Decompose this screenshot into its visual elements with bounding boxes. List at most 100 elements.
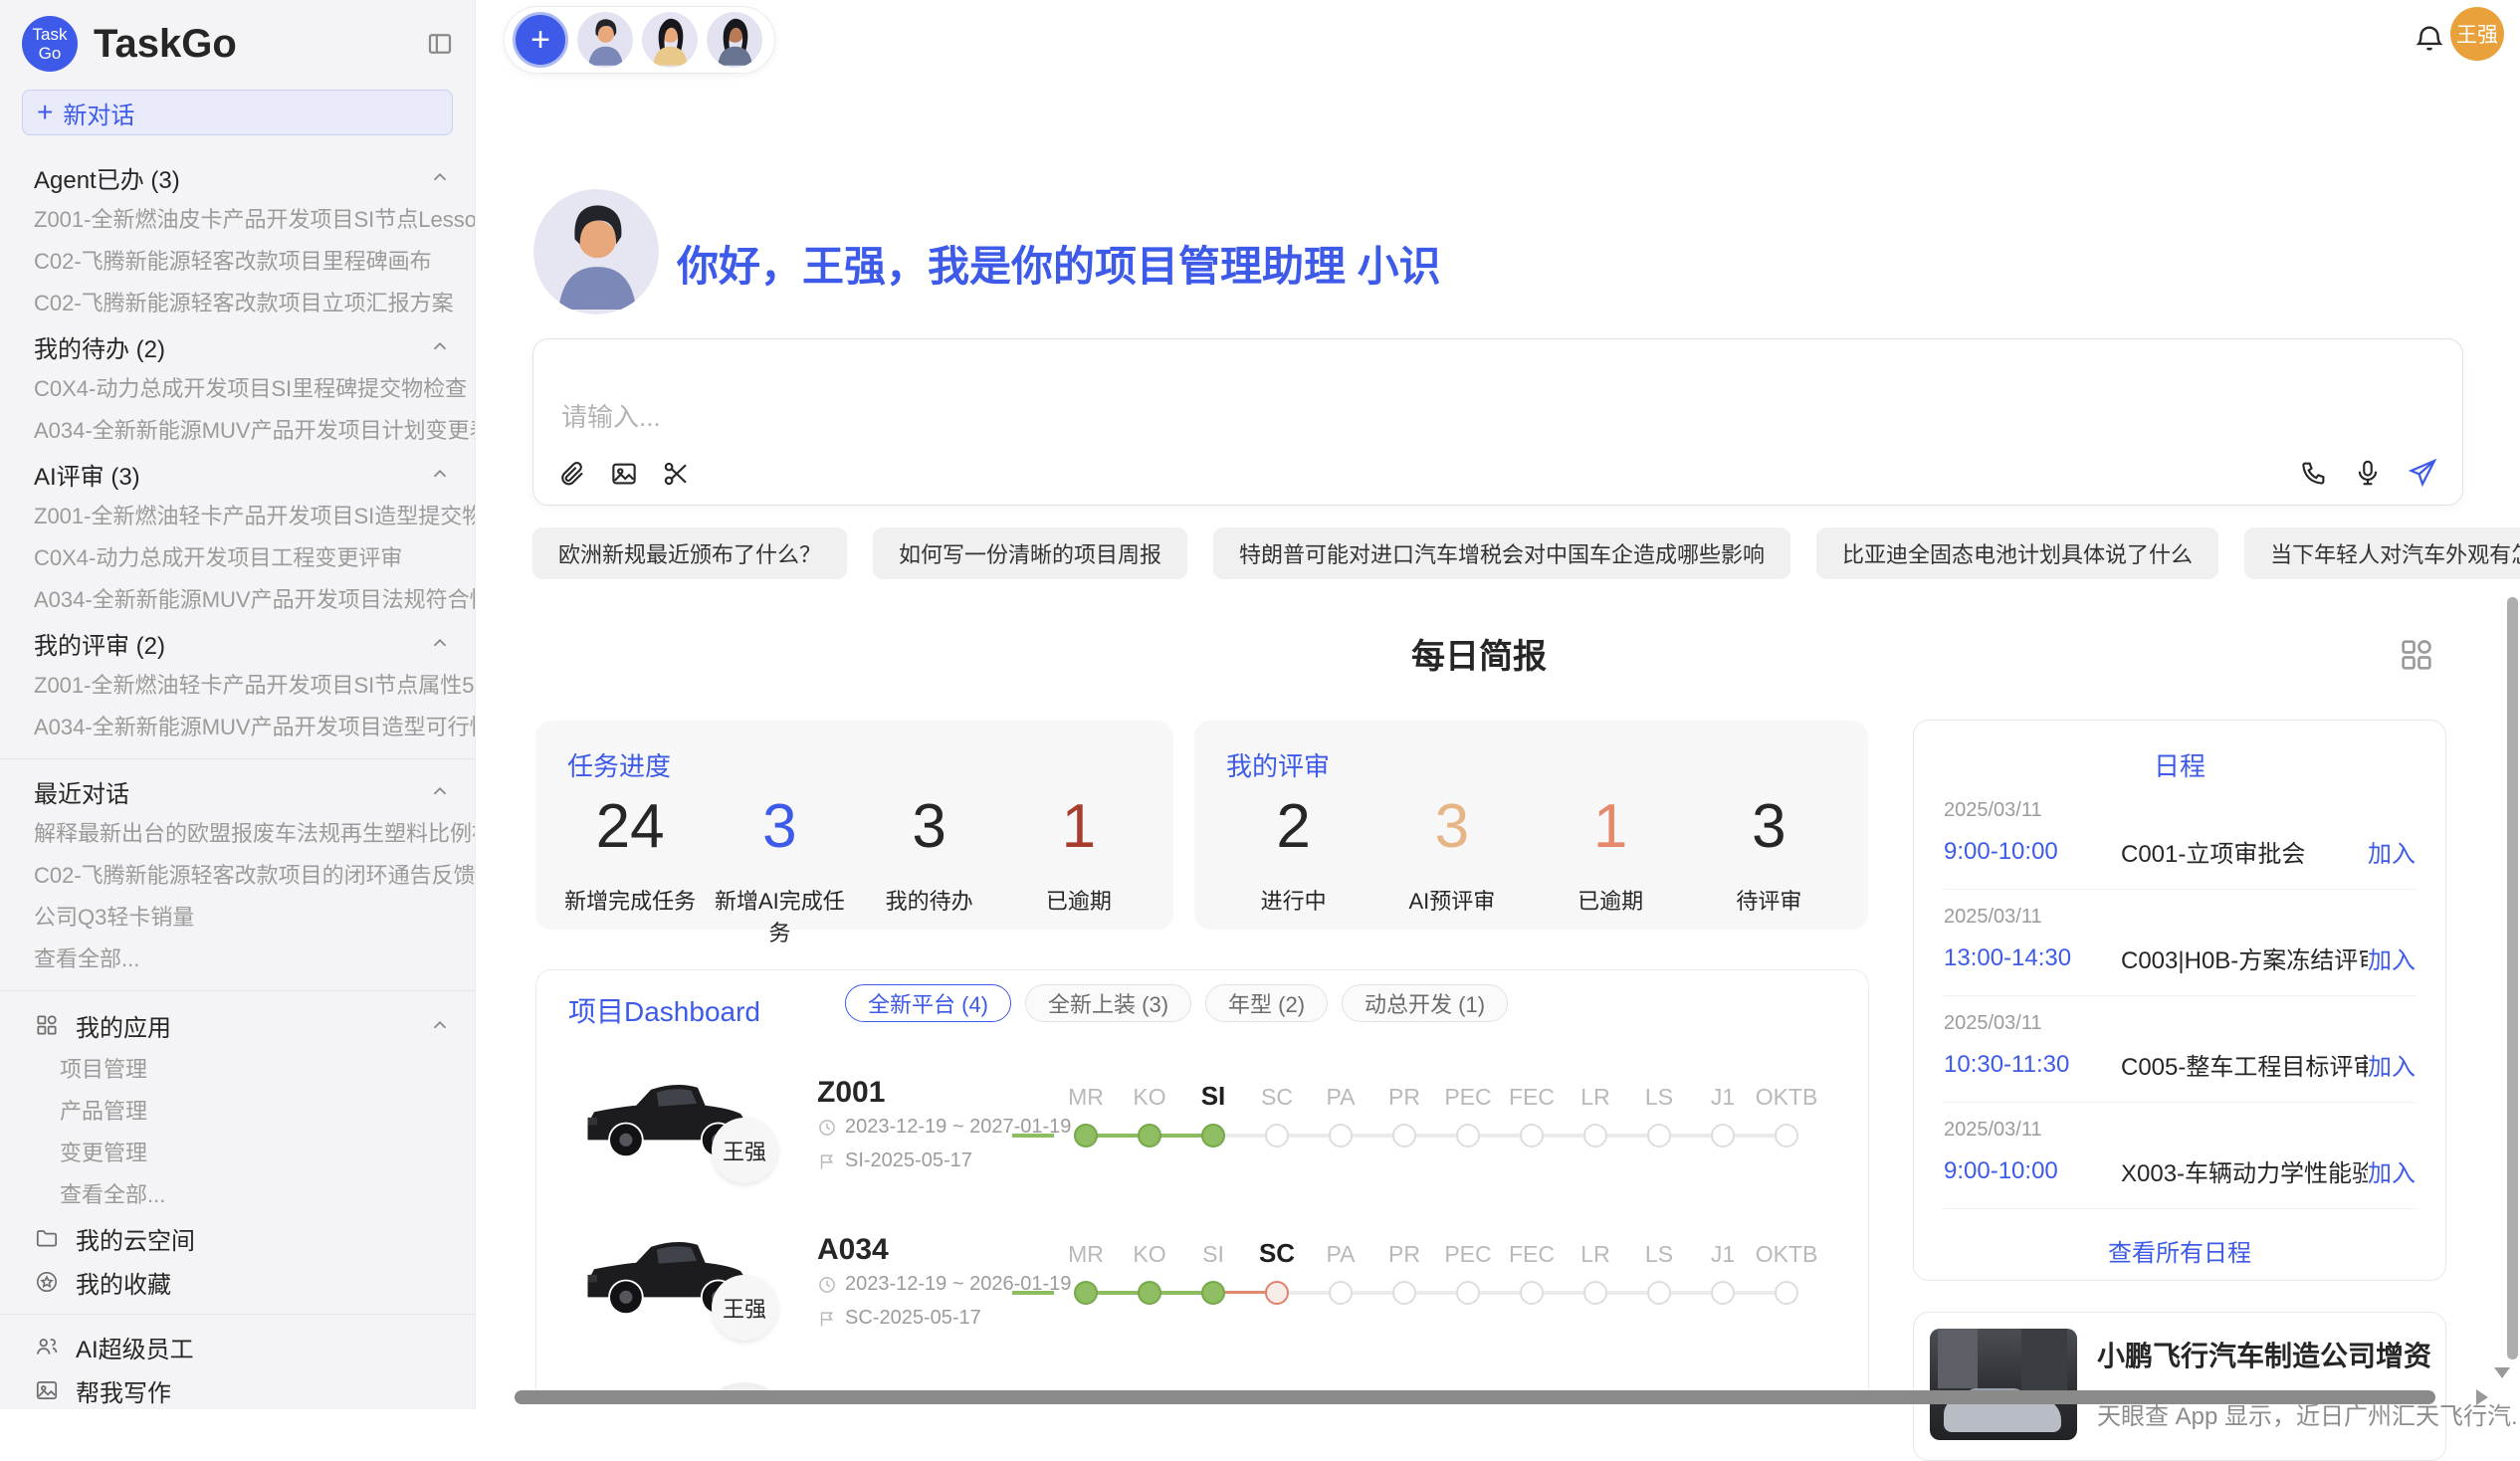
sidebar-link[interactable]: 我的收藏 [0, 1260, 475, 1304]
app-item[interactable]: 变更管理 [0, 1133, 475, 1174]
task-item[interactable]: A034-全新新能源MUV产品开发项目法规符合性评审 [0, 579, 475, 621]
suggestion-chips: 欧洲新规最近颁布了什么？ 如何写一份清晰的项目周报特朗普可能对进口汽车增税会对中国… [532, 527, 2463, 579]
join-link[interactable]: 加入 [2368, 1047, 2415, 1082]
project-row[interactable]: 王强Z0012023-12-19 ~ 2027-01-19SI-2025-05-… [536, 1062, 1868, 1221]
agent-avatar-3[interactable] [707, 12, 762, 68]
schedule-time: 9:00-10:00 [1944, 1157, 2121, 1185]
my-apps-header[interactable]: 我的应用 [0, 1001, 475, 1049]
stat: 3待评审 [1690, 792, 1848, 916]
view-all-link[interactable]: 查看全部... [0, 939, 475, 980]
attachment-icon[interactable] [557, 459, 587, 489]
conversation-item[interactable]: 公司Q3轻卡销量 [0, 897, 475, 939]
dashboard-tab[interactable]: 动总开发 (1) [1342, 984, 1508, 1022]
task-item[interactable]: Z001-全新燃油轻卡产品开发项目SI节点属性5D文件评审 [0, 665, 475, 707]
agent-avatar-1[interactable] [577, 12, 633, 68]
join-link[interactable]: 加入 [2368, 1153, 2415, 1188]
milestone-label: J1 [1691, 1241, 1755, 1268]
section-title: 我的应用 [76, 1008, 429, 1043]
suggestion-chip[interactable]: 欧洲新规最近颁布了什么？ [532, 527, 847, 579]
sidebar-link[interactable]: 我的云空间 [0, 1216, 475, 1260]
sidebar-tool[interactable]: AI超级员工 [0, 1325, 475, 1368]
scissors-icon[interactable] [661, 459, 691, 489]
dashboard-title: 项目Dashboard [568, 990, 760, 1030]
layout-grid-icon[interactable] [2397, 635, 2436, 675]
notification-bell-icon[interactable] [2413, 22, 2446, 56]
project-row[interactable]: 王强A0342023-12-19 ~ 2026-01-19SC-2025-05-… [536, 1219, 1868, 1378]
milestone-OKTB: OKTB [1755, 1219, 1818, 1339]
milestone-chain: MRKOSISCPAPRPECFECLRLSJ1OKTB [1054, 1062, 1818, 1181]
stat-value: 1 [1004, 792, 1154, 862]
agent-avatar-2[interactable] [642, 12, 698, 68]
join-link[interactable]: 加入 [2368, 834, 2415, 869]
sidebar-tools: AI超级员工帮我写作创意制图 [0, 1325, 475, 1409]
voice-call-icon[interactable] [2299, 458, 2329, 488]
task-item[interactable]: Z001-全新燃油轻卡产品开发项目SI造型提交物评审 [0, 496, 475, 537]
milestone-J1: J1 [1691, 1062, 1755, 1181]
conversation-item[interactable]: 解释最新出台的欧盟报废车法规再生塑料比例被调至15%... [0, 813, 475, 855]
conversation-item[interactable]: C02-飞腾新能源轻客改款项目的闭环通告反馈情况 [0, 855, 475, 897]
app-item[interactable]: 产品管理 [0, 1091, 475, 1133]
milestone-node [1392, 1124, 1416, 1148]
task-item[interactable]: Z001-全新燃油皮卡产品开发项目SI节点Lesson Learn报告 [0, 199, 475, 241]
section-header[interactable]: 我的待办 (2) [0, 324, 475, 368]
dashboard-tab[interactable]: 全新上装 (3) [1025, 984, 1191, 1022]
suggestion-chip[interactable]: 如何写一份清晰的项目周报 [873, 527, 1187, 579]
join-link[interactable]: 加入 [2368, 940, 2415, 975]
dashboard-tab[interactable]: 年型 (2) [1205, 984, 1328, 1022]
section-header[interactable]: 我的评审 (2) [0, 621, 475, 665]
suggestion-chip[interactable]: 特朗普可能对进口汽车增税会对中国车企造成哪些影响 [1213, 527, 1790, 579]
folder-icon [34, 1225, 60, 1251]
card-title: 我的评审 [1226, 746, 1330, 783]
schedule-title: 日程 [1944, 746, 2415, 783]
scroll-right-arrow[interactable] [2476, 1389, 2488, 1405]
stat: 3新增AI完成任务 [705, 792, 854, 947]
milestone-label: MR [1054, 1241, 1118, 1268]
schedule-name: X003-车辆动力学性能验... [2121, 1153, 2368, 1188]
vertical-scrollbar[interactable] [2507, 597, 2518, 1359]
send-icon[interactable] [2407, 457, 2438, 489]
view-all-link[interactable]: 查看全部... [0, 1174, 475, 1216]
milestone-PR: PR [1372, 1219, 1436, 1339]
app-item[interactable]: 项目管理 [0, 1049, 475, 1091]
chat-input[interactable]: 请输入... [532, 338, 2463, 506]
milestone-chain: MRKOSISCPAPRPECFECLRLSJ1OKTB [1054, 1219, 1818, 1339]
microphone-icon[interactable] [2353, 458, 2383, 488]
plus-icon: + [37, 97, 53, 128]
task-item[interactable]: C02-飞腾新能源轻客改款项目立项汇报方案 [0, 283, 475, 324]
new-chat-button[interactable]: + 新对话 [22, 90, 453, 135]
horizontal-scrollbar[interactable] [515, 1390, 2435, 1404]
task-item[interactable]: C0X4-动力总成开发项目SI里程碑提交物检查 [0, 368, 475, 410]
task-item[interactable]: A034-全新新能源MUV产品开发项目计划变更表编写 [0, 410, 475, 452]
sidebar-tool[interactable]: 帮我写作 [0, 1368, 475, 1409]
project-flag: SC-2025-05-17 [817, 1307, 981, 1330]
scroll-down-arrow[interactable] [2494, 1367, 2510, 1378]
view-all-schedule-link[interactable]: 查看所有日程 [1944, 1233, 2415, 1268]
schedule-name: C005-整车工程目标评审 [2121, 1047, 2368, 1082]
milestone-label: FEC [1500, 1084, 1564, 1111]
milestone-node [1392, 1281, 1416, 1305]
milestone-LS: LS [1627, 1219, 1691, 1339]
stat-value: 2 [1214, 792, 1372, 862]
suggestion-chip[interactable]: 比亚迪全固态电池计划具体说了什么 [1816, 527, 2218, 579]
user-avatar[interactable]: 王强 [2450, 7, 2504, 61]
news-card[interactable]: 小鹏飞行汽车制造公司增资 天眼查 App 显示，近日广州汇天飞行汽... [1913, 1312, 2446, 1461]
section-header[interactable]: 最近对话 [0, 769, 475, 813]
project-dashboard-card: 项目Dashboard 全新平台 (4) 全新上装 (3) 年型 (2) 动总开发 (… [535, 969, 1869, 1403]
image-upload-icon[interactable] [609, 459, 639, 489]
task-item[interactable]: A034-全新新能源MUV产品开发项目造型可行性评审 [0, 707, 475, 748]
stat-label: 已逾期 [1532, 884, 1690, 916]
stat-value: 3 [1372, 792, 1531, 862]
task-item[interactable]: C02-飞腾新能源轻客改款项目里程碑画布 [0, 241, 475, 283]
stat: 24新增完成任务 [555, 792, 705, 947]
dashboard-tab[interactable]: 全新平台 (4) [845, 984, 1011, 1022]
section-header[interactable]: Agent已办 (3) [0, 155, 475, 199]
suggestion-chip[interactable]: 当下年轻人对汽车外观有怎样的喜好趋势 [2244, 527, 2520, 579]
milestone-label: PA [1309, 1084, 1372, 1111]
schedule-time: 13:00-14:30 [1944, 944, 2121, 972]
task-item[interactable]: C0X4-动力总成开发项目工程变更评审 [0, 537, 475, 579]
milestone-node [1265, 1281, 1289, 1305]
collapse-sidebar-icon[interactable] [425, 29, 455, 59]
add-agent-button[interactable]: + [513, 12, 568, 68]
schedule-items: 2025/03/119:00-10:00C001-立项审批会加入2025/03/… [1944, 783, 2415, 1209]
section-header[interactable]: AI评审 (3) [0, 452, 475, 496]
